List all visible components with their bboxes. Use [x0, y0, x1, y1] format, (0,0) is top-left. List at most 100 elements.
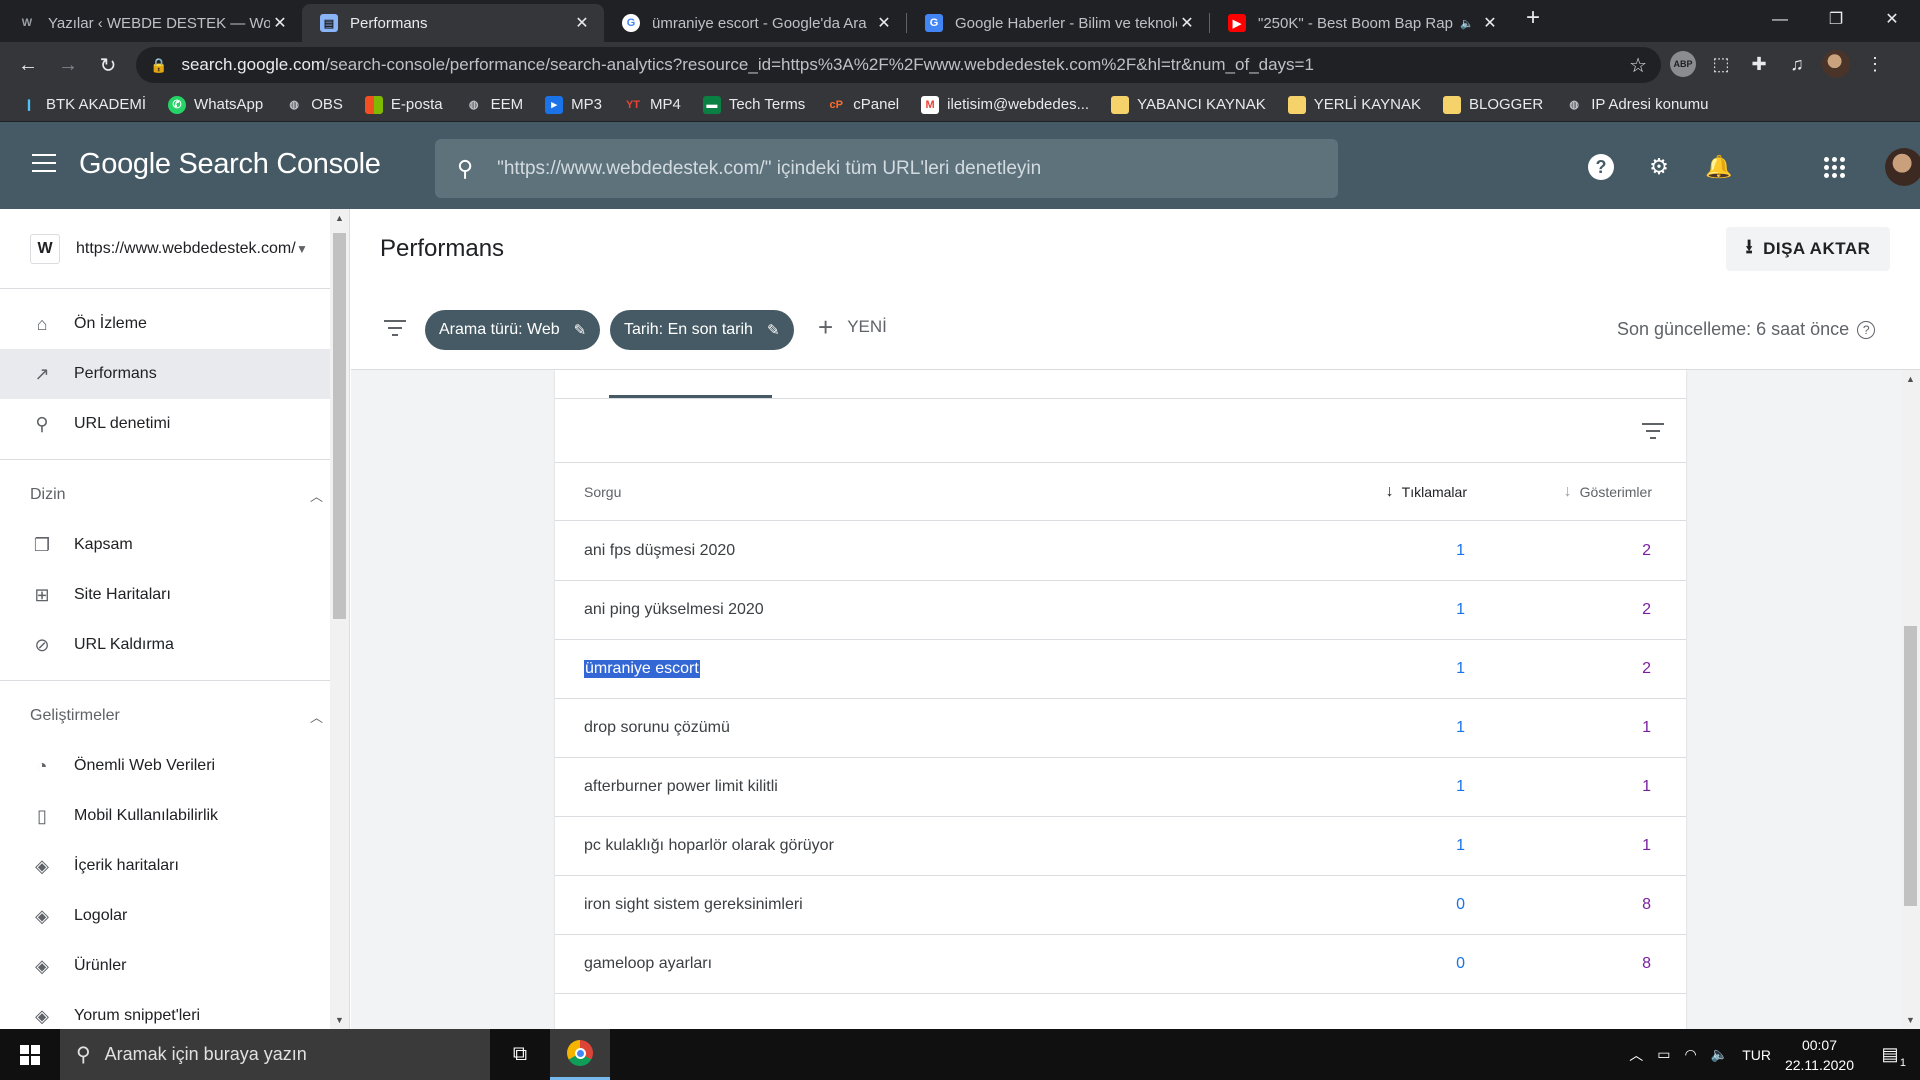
browser-tab-youtube[interactable]: ▶ "250K" - Best Boom Bap Rap 🔈 ✕	[1210, 4, 1512, 42]
browser-tab-performans[interactable]: ▤ Performans ✕	[302, 4, 604, 42]
export-button[interactable]: ⭳ DIŞA AKTAR	[1726, 227, 1890, 271]
bookmark-whatsapp[interactable]: ✆ WhatsApp	[168, 95, 263, 114]
table-row[interactable]: drop sorunu çözümü 1 1	[555, 699, 1686, 758]
taskbar-search[interactable]: ⚲ Aramak için buraya yazın	[60, 1029, 490, 1080]
puzzle-icon[interactable]: ✚	[1746, 54, 1772, 75]
volume-icon[interactable]: 🔈	[1711, 1046, 1728, 1063]
bookmark-mp4[interactable]: YT MP4	[624, 96, 681, 114]
close-icon[interactable]: ✕	[270, 13, 290, 33]
sidebar-item-overview[interactable]: ⌂ Ön İzleme	[0, 299, 349, 349]
profile-avatar[interactable]	[1822, 50, 1850, 78]
adblock-extension-icon[interactable]: ABP	[1670, 51, 1696, 77]
sidebar-scrollbar[interactable]: ▲ ▼	[330, 209, 349, 1029]
scroll-down-icon[interactable]: ▼	[330, 1015, 349, 1025]
taskbar-chrome-app[interactable]	[550, 1029, 610, 1080]
hamburger-menu-icon[interactable]	[32, 154, 56, 178]
column-header-query[interactable]: Sorgu	[584, 484, 621, 500]
apps-grid-icon[interactable]	[1824, 156, 1845, 178]
media-control-icon[interactable]: ♫	[1784, 54, 1810, 75]
sidebar-item-review-snippets[interactable]: ◈ Yorum snippet'leri	[0, 991, 349, 1029]
sidebar-item-logos[interactable]: ◈ Logolar	[0, 891, 349, 941]
bookmark-obs[interactable]: ◍ OBS	[285, 96, 343, 114]
table-row[interactable]: ümraniye escort 1 2	[555, 640, 1686, 699]
table-row[interactable]: iron sight sistem gereksinimleri 0 8	[555, 876, 1686, 935]
scroll-up-icon[interactable]: ▲	[330, 213, 349, 223]
language-indicator[interactable]: TUR	[1742, 1047, 1771, 1063]
scroll-down-icon[interactable]: ▼	[1901, 1015, 1920, 1025]
bookmark-ip[interactable]: ◍ IP Adresi konumu	[1565, 96, 1708, 114]
notifications-icon[interactable]: ▤ 1	[1868, 1044, 1912, 1069]
account-avatar[interactable]	[1885, 148, 1920, 186]
bookmark-eem[interactable]: ◍ EEM	[465, 96, 523, 114]
table-row[interactable]: afterburner power limit kilitli 1 1	[555, 758, 1686, 817]
bookmark-folder-blogger[interactable]: BLOGGER	[1443, 95, 1543, 114]
close-window-icon[interactable]: ✕	[1864, 0, 1920, 40]
filter-chip-date[interactable]: Tarih: En son tarih ✎	[610, 310, 794, 350]
filter-chip-search-type[interactable]: Arama türü: Web ✎	[425, 310, 601, 350]
sidebar-item-core-web-vitals[interactable]: ◔ Önemli Web Verileri	[0, 741, 349, 791]
reload-icon[interactable]: ↻	[88, 53, 128, 78]
minimize-icon[interactable]: —	[1752, 0, 1808, 40]
table-filter-icon[interactable]	[1642, 423, 1664, 444]
tray-chevron-up-icon[interactable]: ︿	[1629, 1045, 1643, 1065]
forward-icon[interactable]: →	[48, 54, 88, 77]
lock-icon[interactable]: 🔒	[150, 57, 167, 74]
url-inspection-search[interactable]: ⚲	[435, 139, 1338, 198]
bookmark-mp3[interactable]: ▸ MP3	[545, 95, 602, 114]
start-button[interactable]	[0, 1029, 60, 1080]
sidebar-item-mobile-usability[interactable]: ▯ Mobil Kullanılabilirlik	[0, 791, 349, 841]
new-tab-button[interactable]: +	[1512, 4, 1554, 38]
bookmark-folder-yabanci[interactable]: YABANCI KAYNAK	[1111, 95, 1266, 114]
sidebar-item-coverage[interactable]: ❐ Kapsam	[0, 520, 349, 570]
scrollbar-thumb[interactable]	[333, 233, 346, 619]
section-header-index[interactable]: Dizin ︿	[0, 470, 349, 520]
app-brand[interactable]: Google Search Console	[79, 148, 381, 181]
bookmark-cpanel[interactable]: cP cPanel	[827, 96, 900, 114]
property-selector[interactable]: W https://www.webdedestek.com/ ▼	[0, 209, 349, 289]
browser-tab-wordpress[interactable]: W Yazılar ‹ WEBDE DESTEK — WordPress ✕	[0, 4, 302, 42]
notifications-bell-icon[interactable]: 🔔	[1704, 152, 1734, 182]
browser-tab-google-news[interactable]: G Google Haberler - Bilim ve teknoloji ✕	[907, 4, 1209, 42]
system-clock[interactable]: 00:07 22.11.2020	[1785, 1035, 1854, 1075]
section-header-enhancements[interactable]: Geliştirmeler ︿	[0, 691, 349, 741]
wifi-icon[interactable]: ◠	[1685, 1046, 1697, 1063]
sidebar-item-breadcrumbs[interactable]: ◈ İçerik haritaları	[0, 841, 349, 891]
close-icon[interactable]: ✕	[874, 13, 894, 33]
table-row[interactable]: gameloop ayarları 0 8	[555, 935, 1686, 994]
filter-icon[interactable]	[384, 320, 406, 341]
bookmark-mail[interactable]: Miletisim@webdedes...	[921, 95, 1089, 114]
mute-icon[interactable]: 🔈	[1454, 17, 1480, 30]
sidebar-item-performance[interactable]: ↗ Performans	[0, 349, 349, 399]
scroll-up-icon[interactable]: ▲	[1901, 374, 1920, 384]
help-icon[interactable]: ?	[1588, 154, 1614, 180]
bookmark-folder-yerli[interactable]: YERLİ KAYNAK	[1287, 95, 1421, 114]
bookmark-eposta[interactable]: E-posta	[364, 95, 443, 114]
bookmark-btk[interactable]: ❙ BTK AKADEMİ	[20, 96, 146, 114]
bookmark-star-icon[interactable]: ☆	[1629, 53, 1647, 78]
address-bar[interactable]: 🔒 search.google.com/search-console/perfo…	[136, 47, 1661, 83]
scrollbar-thumb[interactable]	[1904, 626, 1917, 906]
edit-pencil-icon[interactable]: ✎	[574, 321, 587, 339]
url-inspection-input[interactable]	[497, 157, 1338, 180]
edit-pencil-icon[interactable]: ✎	[767, 321, 780, 339]
table-row[interactable]: ani ping yükselmesi 2020 1 2	[555, 581, 1686, 640]
more-menu-icon[interactable]: ⋮	[1862, 54, 1888, 75]
bookmark-tech-terms[interactable]: ▬ Tech Terms	[702, 95, 805, 114]
account-settings-icon[interactable]: ⚙	[1644, 152, 1674, 182]
restore-icon[interactable]: ❐	[1808, 0, 1864, 40]
table-row[interactable]: pc kulaklığı hoparlör olarak görüyor 1 1	[555, 817, 1686, 876]
sidebar-item-products[interactable]: ◈ Ürünler	[0, 941, 349, 991]
help-circle-icon[interactable]: ?	[1857, 320, 1876, 339]
sidebar-item-url-inspection[interactable]: ⚲ URL denetimi	[0, 399, 349, 449]
task-view-icon[interactable]: ⧉	[490, 1043, 550, 1066]
close-icon[interactable]: ✕	[1480, 13, 1500, 33]
sidebar-item-sitemaps[interactable]: ⊞ Site Haritaları	[0, 570, 349, 620]
new-filter-button[interactable]: + YENİ	[818, 314, 887, 340]
close-icon[interactable]: ✕	[1177, 13, 1197, 33]
table-row[interactable]: ani fps düşmesi 2020 1 2	[555, 522, 1686, 581]
sidebar-item-removals[interactable]: ⊘ URL Kaldırma	[0, 620, 349, 670]
main-scrollbar[interactable]: ▲ ▼	[1901, 370, 1920, 1029]
column-header-impressions[interactable]: ↓ Gösterimler	[1564, 483, 1652, 501]
close-icon[interactable]: ✕	[572, 13, 592, 33]
battery-icon[interactable]: ▭	[1657, 1046, 1670, 1063]
